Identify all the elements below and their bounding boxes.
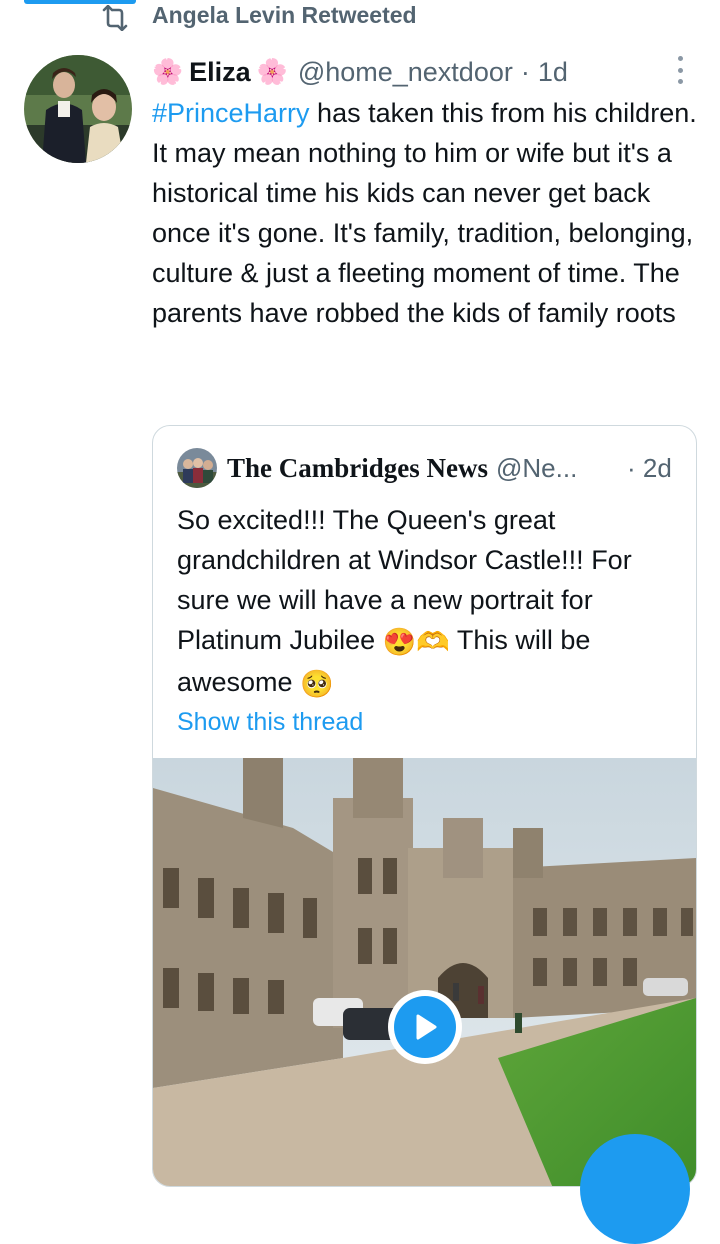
- tweet-timestamp[interactable]: 1d: [538, 57, 568, 88]
- quoted-author-name[interactable]: The Cambridges News: [227, 453, 488, 484]
- compose-icon[interactable]: [580, 1134, 690, 1244]
- quoted-tweet-timestamp[interactable]: · 2d: [627, 450, 672, 486]
- video-thumbnail[interactable]: [153, 758, 696, 1186]
- quoted-tweet-card[interactable]: The Cambridges News @Ne... · 2d So excit…: [152, 425, 697, 1187]
- heart-hands-emoji: 🫶: [416, 626, 450, 657]
- retweet-icon: [102, 5, 128, 31]
- flower-emoji-right: 🌸: [256, 57, 288, 86]
- tweet-header: 🌸 Eliza 🌸 @home_nextdoor · 1d: [152, 52, 568, 92]
- author-name[interactable]: Eliza: [189, 57, 251, 88]
- quoted-tweet-body: So excited!!! The Queen's great grandchi…: [177, 500, 677, 704]
- quoted-author-handle[interactable]: @Ne...: [496, 453, 577, 484]
- flower-emoji-left: 🌸: [152, 57, 184, 86]
- user-avatar[interactable]: [24, 55, 132, 163]
- retweet-label[interactable]: Angela Levin Retweeted: [152, 2, 417, 29]
- play-button[interactable]: [388, 990, 462, 1064]
- hashtag-link[interactable]: #PrinceHarry: [152, 98, 310, 128]
- pleading-face-emoji: 🥺: [300, 668, 334, 699]
- show-thread-link[interactable]: Show this thread: [177, 708, 363, 737]
- retweet-indicator: [100, 4, 130, 32]
- tweet-body-text: has taken this from his children. It may…: [152, 98, 697, 328]
- quoted-author-avatar: [177, 448, 217, 488]
- heart-eyes-emoji: 😍: [382, 626, 417, 657]
- author-handle[interactable]: @home_nextdoor: [298, 57, 513, 88]
- time-separator: ·: [520, 56, 530, 87]
- more-options-icon[interactable]: [668, 56, 692, 84]
- quoted-tweet-header: The Cambridges News @Ne...: [227, 450, 577, 486]
- tweet-body: #PrinceHarry has taken this from his chi…: [152, 93, 697, 333]
- play-icon: [394, 996, 456, 1058]
